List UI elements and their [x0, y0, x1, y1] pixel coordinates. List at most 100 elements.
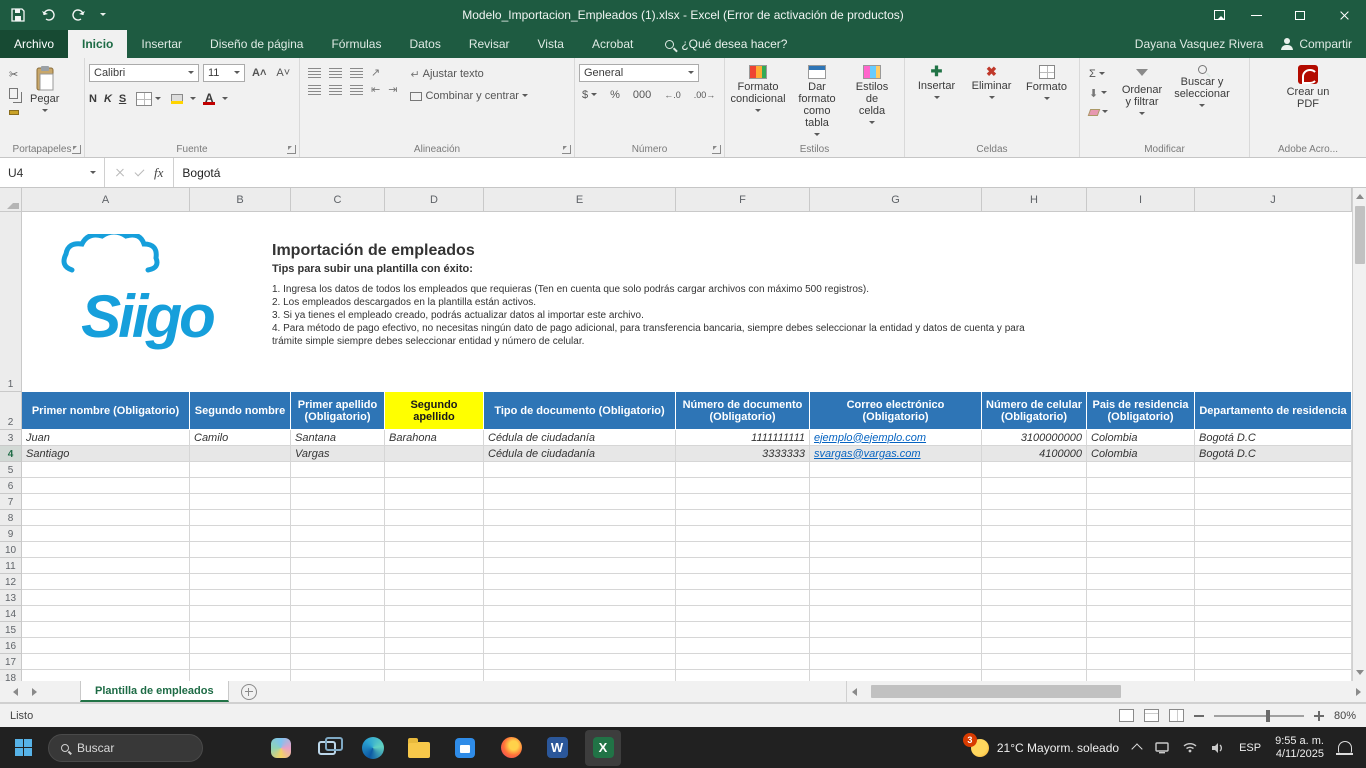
increase-decimal-icon[interactable]: ←.0: [661, 87, 684, 103]
cell-A10[interactable]: [22, 542, 190, 558]
firefox-button[interactable]: [493, 730, 529, 766]
cell-C12[interactable]: [291, 574, 385, 590]
row-header-3[interactable]: 3: [0, 430, 21, 446]
cell-E3[interactable]: Cédula de ciudadanía: [484, 430, 676, 446]
microsoft-store-button[interactable]: [447, 730, 483, 766]
cell-A4[interactable]: Santiago: [22, 446, 190, 462]
merge-center-button[interactable]: Combinar y centrar: [407, 88, 531, 104]
cell-H10[interactable]: [982, 542, 1087, 558]
copy-icon[interactable]: [6, 85, 22, 101]
italic-button[interactable]: K: [104, 93, 112, 105]
taskbar-search[interactable]: Buscar: [48, 733, 203, 762]
share-button[interactable]: Compartir: [1281, 37, 1352, 51]
fill-color-icon[interactable]: [171, 94, 184, 104]
cut-icon[interactable]: ✂: [6, 66, 22, 82]
cell-H16[interactable]: [982, 638, 1087, 654]
cell-A8[interactable]: [22, 510, 190, 526]
confirm-entry-icon[interactable]: [134, 166, 145, 176]
cell-I11[interactable]: [1087, 558, 1195, 574]
cell-B10[interactable]: [190, 542, 291, 558]
cell-B17[interactable]: [190, 654, 291, 670]
align-center-icon[interactable]: [329, 84, 342, 95]
cell-G17[interactable]: [810, 654, 982, 670]
zoom-level[interactable]: 80%: [1334, 710, 1356, 722]
normal-view-icon[interactable]: [1118, 709, 1134, 722]
cell-F4[interactable]: 3333333: [676, 446, 810, 462]
cell-I14[interactable]: [1087, 606, 1195, 622]
cell-J10[interactable]: [1195, 542, 1352, 558]
column-header-B[interactable]: B: [190, 188, 291, 211]
excel-button[interactable]: X: [585, 729, 621, 766]
close-button[interactable]: [1322, 0, 1366, 30]
cell-B13[interactable]: [190, 590, 291, 606]
cell-C6[interactable]: [291, 478, 385, 494]
cell-G3[interactable]: ejemplo@ejemplo.com: [810, 430, 982, 446]
cell-H7[interactable]: [982, 494, 1087, 510]
font-dialog-launcher[interactable]: [287, 145, 296, 154]
comma-format-icon[interactable]: 000: [630, 87, 654, 103]
row-header-4[interactable]: 4: [0, 446, 21, 462]
cell-B11[interactable]: [190, 558, 291, 574]
ribbon-tab-insertar[interactable]: Insertar: [127, 30, 196, 58]
column-header-I[interactable]: I: [1087, 188, 1195, 211]
cell-E16[interactable]: [484, 638, 676, 654]
increase-indent-icon[interactable]: ⇥: [388, 83, 397, 96]
start-button[interactable]: [8, 733, 38, 763]
new-sheet-icon[interactable]: [240, 683, 257, 700]
select-all-corner[interactable]: [0, 188, 22, 211]
name-box[interactable]: U4: [0, 158, 105, 187]
cell-E14[interactable]: [484, 606, 676, 622]
cell-G16[interactable]: [810, 638, 982, 654]
sheet-tab-plantilla-de-empleados[interactable]: Plantilla de empleados: [80, 681, 229, 702]
row-header-1[interactable]: 1: [0, 212, 21, 392]
paste-button[interactable]: Pegar: [24, 62, 65, 118]
header-cell-G2[interactable]: Correo electrónico (Obligatorio): [810, 392, 982, 430]
maximize-button[interactable]: [1278, 0, 1322, 30]
zoom-slider[interactable]: [1213, 709, 1304, 722]
ribbon-tab-formulas[interactable]: Fórmulas: [317, 30, 395, 58]
column-header-J[interactable]: J: [1195, 188, 1352, 211]
cell-C10[interactable]: [291, 542, 385, 558]
cell-J9[interactable]: [1195, 526, 1352, 542]
cell-F7[interactable]: [676, 494, 810, 510]
row-header-5[interactable]: 5: [0, 462, 21, 478]
cell-I8[interactable]: [1087, 510, 1195, 526]
cell-F9[interactable]: [676, 526, 810, 542]
cell-G11[interactable]: [810, 558, 982, 574]
cell-J7[interactable]: [1195, 494, 1352, 510]
row-header-16[interactable]: 16: [0, 638, 21, 654]
autosum-icon[interactable]: Σ: [1086, 66, 1111, 82]
scroll-right-icon[interactable]: [1352, 684, 1366, 700]
row-header-13[interactable]: 13: [0, 590, 21, 606]
cell-C13[interactable]: [291, 590, 385, 606]
cell-J11[interactable]: [1195, 558, 1352, 574]
row-header-8[interactable]: 8: [0, 510, 21, 526]
cell-J17[interactable]: [1195, 654, 1352, 670]
fill-icon[interactable]: ⬇: [1086, 85, 1111, 101]
copilot-button[interactable]: [263, 730, 299, 766]
cell-F13[interactable]: [676, 590, 810, 606]
cell-D12[interactable]: [385, 574, 484, 590]
cell-A6[interactable]: [22, 478, 190, 494]
align-bottom-icon[interactable]: [350, 67, 363, 78]
cell-A7[interactable]: [22, 494, 190, 510]
cell-D18[interactable]: [385, 670, 484, 681]
ribbon-tab-datos[interactable]: Datos: [395, 30, 454, 58]
header-cell-F2[interactable]: Número de documento (Obligatorio): [676, 392, 810, 430]
cell-B3[interactable]: Camilo: [190, 430, 291, 446]
column-header-F[interactable]: F: [676, 188, 810, 211]
cell-D3[interactable]: Barahona: [385, 430, 484, 446]
cell-G8[interactable]: [810, 510, 982, 526]
decrease-indent-icon[interactable]: ⇤: [371, 83, 380, 96]
cell-I4[interactable]: Colombia: [1087, 446, 1195, 462]
cell-G14[interactable]: [810, 606, 982, 622]
underline-button[interactable]: S: [119, 93, 126, 105]
grow-font-icon[interactable]: A˄: [249, 65, 269, 81]
cell-G7[interactable]: [810, 494, 982, 510]
cell-G12[interactable]: [810, 574, 982, 590]
cell-D9[interactable]: [385, 526, 484, 542]
zoom-out-icon[interactable]: [1193, 714, 1204, 717]
clear-icon[interactable]: [1086, 104, 1111, 120]
cell-E4[interactable]: Cédula de ciudadanía: [484, 446, 676, 462]
cell-H15[interactable]: [982, 622, 1087, 638]
